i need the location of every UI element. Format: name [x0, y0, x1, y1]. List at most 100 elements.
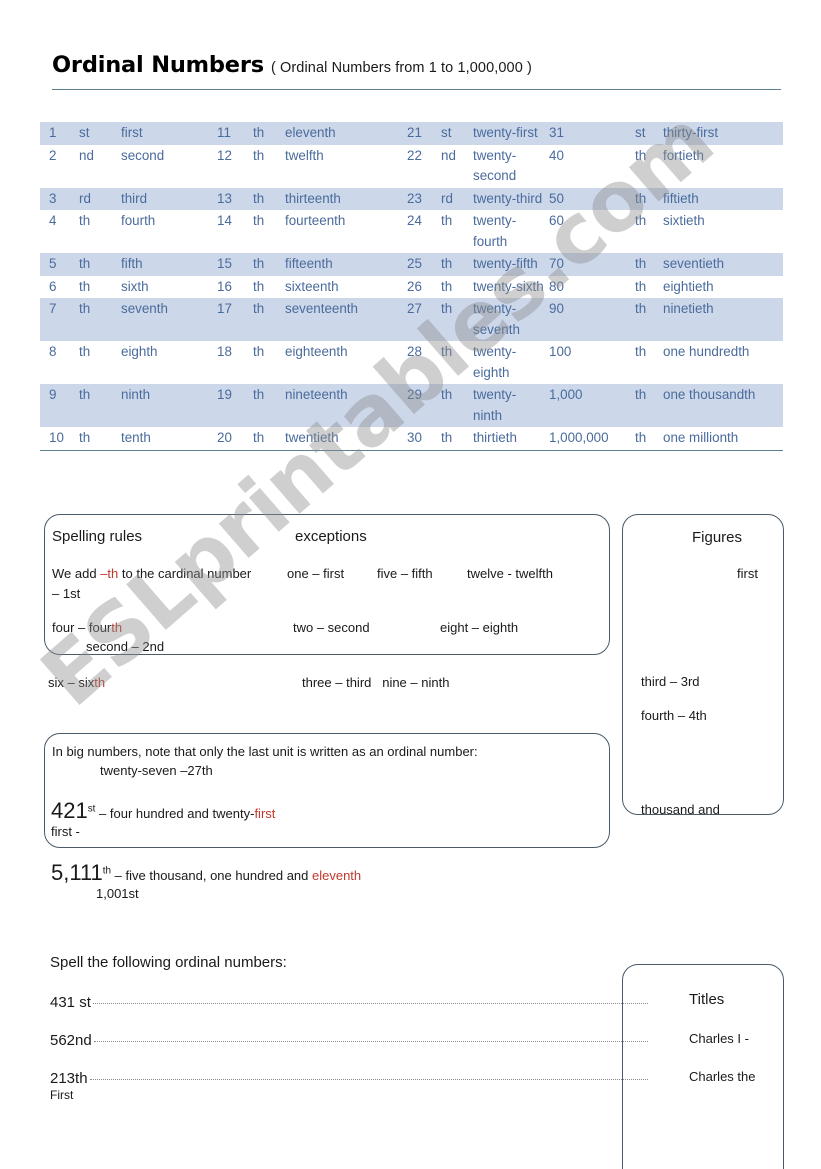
cell-word: fortieth — [663, 147, 704, 163]
cell-suffix: th — [253, 213, 265, 228]
cell-suffix: th — [633, 384, 661, 427]
cell-number: 1,000 — [547, 384, 633, 427]
cell-number: 17 — [215, 298, 251, 341]
table-row: 2 nd second 12 th twelfth 22 nd twenty-s… — [40, 145, 783, 188]
cell-word: seventieth — [661, 253, 783, 276]
cell-number: 22 — [407, 147, 422, 163]
cell-number: 6 — [49, 278, 57, 294]
cell-suffix: st — [77, 122, 119, 145]
cell-word: first — [119, 122, 215, 145]
table-row: 1 st first 11 th eleventh 21 st twenty-f… — [40, 122, 783, 145]
table-row: 8 th eighth 18 th eighteenth 28 th twent… — [40, 341, 783, 384]
cell-suffix: th — [633, 298, 661, 341]
table-row: 7 th seventh 17 th seventeenth 27 th twe… — [40, 298, 783, 341]
exercise-label-3: 213th — [50, 1070, 88, 1087]
titles-heading: Titles — [689, 991, 725, 1008]
cell-suffix: st — [439, 122, 471, 145]
cell-word: fiftieth — [661, 187, 783, 210]
cell-number: 25 — [405, 253, 439, 276]
cell-word: twelfth — [285, 147, 324, 163]
cell-suffix: th — [439, 298, 471, 341]
cell-word: seventh — [119, 298, 215, 341]
cell-word: third — [119, 187, 215, 210]
figures-first: first — [737, 566, 758, 581]
exercise-answer-blank-1[interactable] — [92, 1003, 648, 1004]
cell-number: 18 — [217, 344, 232, 359]
cell-number: 7 — [40, 298, 77, 341]
exercise-label-1: 431 st — [50, 994, 91, 1011]
rule-suffix-th: –th — [100, 566, 119, 581]
example2-number: 5,111 — [51, 860, 103, 885]
cell-suffix: th — [77, 427, 119, 451]
cell-suffix: th — [251, 298, 283, 341]
cell-word: one hundredth — [663, 344, 750, 359]
cell-word: tenth — [119, 427, 215, 451]
cell-word: sixtieth — [663, 213, 705, 228]
titles-line-1: Charles I - — [689, 1031, 749, 1046]
bignumbers-example2-cont: 1,001st — [96, 886, 139, 901]
exercise-answer-blank-2[interactable] — [93, 1041, 648, 1042]
titles-line-2: Charles the — [689, 1069, 756, 1084]
page-title: Ordinal Numbers — [52, 52, 264, 78]
cell-suffix: th — [253, 147, 265, 163]
cell-suffix: th — [441, 344, 453, 359]
table-row: 6 th sixth 16 th sixteenth 26 th twenty-… — [40, 276, 783, 299]
four-text: four – four — [52, 620, 112, 635]
exercise-line-1[interactable]: 431 st — [50, 994, 648, 1011]
cell-suffix: rd — [439, 187, 471, 210]
cell-word: twenty-first — [471, 122, 547, 145]
rule-continuation: – 1st — [52, 586, 81, 601]
example-number: 421 — [51, 798, 88, 823]
exception-eight-eighth: eight – eighth — [440, 620, 519, 635]
cell-word: one millionth — [661, 427, 783, 451]
table-row: 9 th ninth 19 th nineteenth 29 th twenty… — [40, 384, 783, 427]
bignumbers-line1: In big numbers, note that only the last … — [52, 744, 478, 759]
cell-number: 11 — [215, 122, 251, 145]
exercise-line-2[interactable]: 562nd — [50, 1032, 648, 1049]
cell-number: 28 — [407, 344, 422, 359]
exercise-answer-blank-3[interactable] — [89, 1079, 648, 1080]
cell-suffix: th — [439, 427, 471, 451]
four-suffix-th: th — [111, 620, 123, 635]
exercise-line-3[interactable]: 213th — [50, 1070, 648, 1087]
cell-number: 4 — [49, 213, 57, 228]
cell-suffix: th — [251, 253, 283, 276]
ordinal-numbers-table: 1 st first 11 th eleventh 21 st twenty-f… — [40, 122, 783, 451]
cell-number: 26 — [407, 278, 422, 294]
second-2nd-note: second – 2nd — [86, 639, 165, 654]
cell-number: 1 — [40, 122, 77, 145]
cell-word: twenty-second — [473, 147, 517, 184]
cell-suffix: th — [635, 213, 647, 228]
figures-thousand: thousand and — [641, 802, 720, 817]
cell-word: thirtieth — [471, 427, 547, 451]
six-suffix-th: th — [94, 675, 106, 690]
example2-spelled-pre: – five thousand, one hundred and — [111, 868, 312, 883]
table-row: 5 th fifth 15 th fifteenth 25 th twenty-… — [40, 253, 783, 276]
cell-suffix: th — [251, 122, 283, 145]
cell-number: 10 — [40, 427, 77, 451]
example-spelled-pre: – four hundred and twenty- — [95, 806, 255, 821]
cell-suffix: rd — [77, 187, 119, 210]
cell-number: 100 — [549, 344, 572, 359]
cell-number: 15 — [215, 253, 251, 276]
cell-word: fourth — [121, 213, 156, 228]
bignumbers-example-5111: 5,111th – five thousand, one hundred and… — [51, 860, 361, 886]
cell-suffix: st — [633, 122, 661, 145]
cell-number: 19 — [215, 384, 251, 427]
cell-suffix: th — [251, 427, 283, 451]
bignumbers-example-421: 421st – four hundred and twenty-first — [51, 798, 275, 824]
example2-spelled-red: eleventh — [312, 868, 362, 883]
cell-word: twenty-third — [471, 187, 547, 210]
title-row: Ordinal Numbers ( Ordinal Numbers from 1… — [52, 52, 782, 78]
cell-suffix: nd — [79, 147, 94, 163]
bignumbers-example-cont: first - — [51, 824, 80, 839]
cell-number: 31 — [547, 122, 633, 145]
cell-suffix: th — [439, 384, 471, 427]
cell-suffix: th — [79, 278, 91, 294]
cell-suffix: th — [441, 278, 453, 294]
cell-word: twenty-fifth — [471, 253, 547, 276]
example-spelled-red: first — [254, 806, 276, 821]
cell-suffix: th — [633, 253, 661, 276]
cell-word: twentieth — [283, 427, 405, 451]
cell-number: 27 — [405, 298, 439, 341]
